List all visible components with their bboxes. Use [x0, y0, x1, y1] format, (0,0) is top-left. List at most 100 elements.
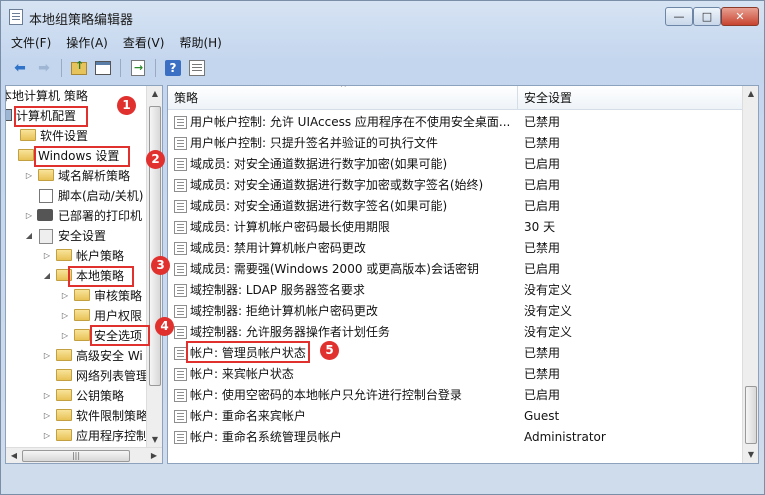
- highlight-box-3: [68, 266, 134, 287]
- folder-icon: [56, 409, 72, 421]
- tree-item-scripts[interactable]: 脚本(启动/关机): [6, 186, 146, 206]
- tree-item-public-key-policies[interactable]: ▷ 公钥策略: [6, 386, 146, 406]
- policy-value: 已启用: [524, 199, 561, 213]
- expand-arrow-icon[interactable]: ▷: [42, 246, 52, 266]
- expand-arrow-icon[interactable]: ▷: [24, 166, 34, 186]
- policy-name: 域控制器: 允许服务器操作者计划任务: [190, 325, 390, 339]
- menu-file[interactable]: 文件(F): [11, 33, 51, 53]
- highlight-box-4: [90, 325, 150, 346]
- tree-item-software-settings[interactable]: 软件设置: [6, 126, 146, 146]
- properties-button[interactable]: [187, 58, 207, 78]
- collapse-arrow-icon[interactable]: ◢: [42, 266, 52, 286]
- list-vertical-scrollbar[interactable]: ▲ ▼: [742, 86, 758, 463]
- table-row[interactable]: 域成员: 对安全通道数据进行数字加密或数字签名(始终) 已启用: [168, 175, 742, 196]
- expand-arrow-icon[interactable]: ▷: [60, 326, 70, 346]
- table-row[interactable]: 域控制器: 允许服务器操作者计划任务 没有定义: [168, 322, 742, 343]
- scroll-right-icon[interactable]: ▶: [146, 448, 162, 463]
- policy-icon: [174, 263, 187, 276]
- toolbar-separator: [120, 59, 121, 77]
- policy-icon: [174, 368, 187, 381]
- tree-item-label: 用户权限: [94, 309, 143, 323]
- tree-item-user-rights[interactable]: ▷ 用户权限: [6, 306, 146, 326]
- table-row[interactable]: 域成员: 计算机帐户密码最长使用期限 30 天: [168, 217, 742, 238]
- table-row[interactable]: 帐户: 使用空密码的本地帐户只允许进行控制台登录 已启用: [168, 385, 742, 406]
- table-row[interactable]: 用户帐户控制: 只提升签名并验证的可执行文件 已禁用: [168, 133, 742, 154]
- table-row[interactable]: 用户帐户控制: 允许 UIAccess 应用程序在不使用安全桌面... 已禁用: [168, 112, 742, 133]
- tree-item-application-control[interactable]: ▷ 应用程序控制: [6, 426, 149, 446]
- up-one-level-button[interactable]: [69, 58, 89, 78]
- tree-item-label: 软件设置: [40, 129, 89, 143]
- scroll-thumb[interactable]: [745, 386, 757, 444]
- policy-value: 已禁用: [524, 241, 561, 255]
- policy-value: 没有定义: [524, 283, 573, 297]
- expand-arrow-icon[interactable]: ▷: [60, 306, 70, 326]
- tree-item-software-restriction[interactable]: ▷ 软件限制策略: [6, 406, 148, 426]
- close-button[interactable]: ✕: [721, 7, 759, 26]
- expand-arrow-icon[interactable]: ▷: [42, 386, 52, 406]
- expand-arrow-icon[interactable]: ▷: [60, 286, 70, 306]
- table-row[interactable]: 帐户: 重命名系统管理员帐户 Administrator: [168, 427, 742, 448]
- minimize-button[interactable]: —: [665, 7, 693, 26]
- app-icon: [9, 9, 23, 25]
- scroll-thumb[interactable]: |||: [22, 450, 130, 462]
- security-icon: [39, 229, 53, 244]
- menu-action[interactable]: 操作(A): [66, 33, 108, 53]
- policy-name: 用户帐户控制: 允许 UIAccess 应用程序在不使用安全桌面...: [190, 115, 511, 129]
- tree-item-audit-policy[interactable]: ▷ 审核策略: [6, 286, 146, 306]
- table-row[interactable]: 域成员: 对安全通道数据进行数字签名(如果可能) 已启用: [168, 196, 742, 217]
- annotation-badge-1: 1: [117, 96, 136, 115]
- back-button[interactable]: ⬅: [10, 58, 30, 78]
- folder-icon: [74, 329, 90, 341]
- expand-arrow-icon[interactable]: ▷: [42, 426, 52, 446]
- collapse-arrow-icon[interactable]: ◢: [24, 226, 34, 246]
- scroll-left-icon[interactable]: ◀: [6, 448, 22, 463]
- table-row[interactable]: 帐户: 重命名来宾帐户 Guest: [168, 406, 742, 427]
- tree-item-account-policies[interactable]: ▷ 帐户策略: [6, 246, 146, 266]
- help-button[interactable]: ?: [163, 58, 183, 78]
- expand-arrow-icon[interactable]: ▷: [24, 206, 34, 226]
- policy-icon: [174, 326, 187, 339]
- tree-item-security-settings[interactable]: ◢ 安全设置: [6, 226, 146, 246]
- policy-value: 已启用: [524, 388, 561, 402]
- table-row[interactable]: 域成员: 需要强(Windows 2000 或更高版本)会话密钥 已启用: [168, 259, 742, 280]
- menu-view[interactable]: 查看(V): [123, 33, 165, 53]
- tree-item-network-list-manager[interactable]: 网络列表管理: [6, 366, 148, 386]
- maximize-button[interactable]: □: [693, 7, 721, 26]
- column-header-policy[interactable]: 策略: [168, 86, 518, 110]
- policy-name: 域控制器: LDAP 服务器签名要求: [190, 283, 365, 297]
- menu-help[interactable]: 帮助(H): [179, 33, 221, 53]
- folder-icon: [74, 309, 90, 321]
- tree-item-advanced-security[interactable]: ▷ 高级安全 Wi: [6, 346, 146, 366]
- forward-button[interactable]: ➡: [34, 58, 54, 78]
- table-row[interactable]: 域控制器: LDAP 服务器签名要求 没有定义: [168, 280, 742, 301]
- table-row[interactable]: 域控制器: 拒绝计算机帐户密码更改 没有定义: [168, 301, 742, 322]
- show-hide-tree-button[interactable]: [93, 58, 113, 78]
- table-row[interactable]: 帐户: 来宾帐户状态 已禁用: [168, 364, 742, 385]
- column-header-security-setting[interactable]: 安全设置: [518, 86, 742, 110]
- tree-horizontal-scrollbar[interactable]: ◀ ||| ▶: [6, 447, 162, 463]
- policy-icon: [174, 116, 187, 129]
- table-row[interactable]: 域成员: 对安全通道数据进行数字加密(如果可能) 已启用: [168, 154, 742, 175]
- policy-list-pane: ^ 策略 安全设置 用户帐户控制: 允许 UIAccess 应用程序在不使用安全…: [167, 85, 759, 464]
- tree-item-deployed-printers[interactable]: ▷ 已部署的打印机: [6, 206, 146, 226]
- tree-item-label: 应用程序控制: [76, 429, 149, 443]
- scroll-down-icon[interactable]: ▼: [743, 447, 758, 463]
- table-row[interactable]: 域成员: 禁用计算机帐户密码更改 已禁用: [168, 238, 742, 259]
- scroll-up-icon[interactable]: ▲: [147, 86, 162, 102]
- scroll-thumb[interactable]: [149, 106, 161, 386]
- tree-item-label: 帐户策略: [76, 249, 125, 263]
- window-title: 本地组策略编辑器: [29, 13, 134, 28]
- export-list-button[interactable]: [128, 58, 148, 78]
- policy-value: 30 天: [524, 220, 556, 234]
- expand-arrow-icon[interactable]: ▷: [42, 406, 52, 426]
- highlight-box-5: [186, 341, 310, 363]
- expand-arrow-icon[interactable]: ▷: [42, 346, 52, 366]
- scroll-down-icon[interactable]: ▼: [147, 432, 162, 448]
- policy-name: 帐户: 重命名系统管理员帐户: [190, 430, 342, 444]
- tree-item-name-resolution-policy[interactable]: ▷ 域名解析策略: [6, 166, 146, 186]
- folder-icon: [20, 129, 36, 141]
- annotation-badge-5: 5: [320, 341, 339, 360]
- scroll-up-icon[interactable]: ▲: [743, 86, 758, 102]
- policy-value: 没有定义: [524, 304, 573, 318]
- policy-value: 已启用: [524, 262, 561, 276]
